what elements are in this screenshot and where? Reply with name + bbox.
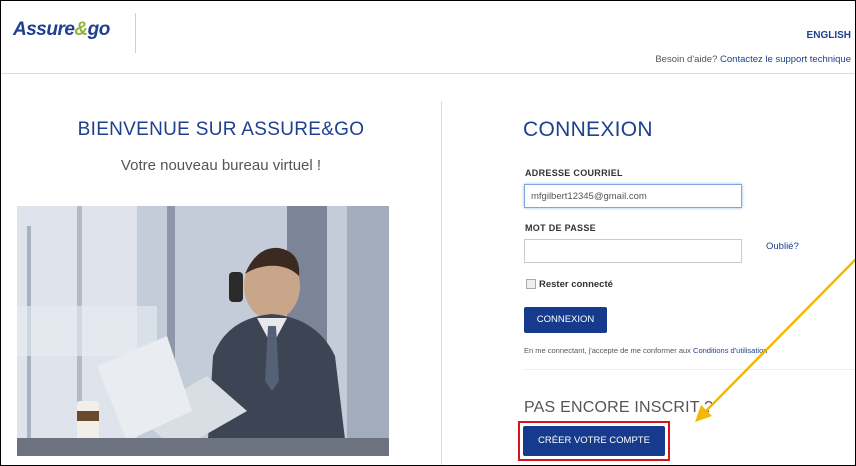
language-link[interactable]: ENGLISH <box>807 30 851 41</box>
login-title: CONNEXION <box>523 118 653 141</box>
page: Assure&go ENGLISH Besoin d'aide? Contact… <box>0 0 856 466</box>
welcome-title: BIENVENUE SUR ASSURE&GO <box>77 119 365 140</box>
remember-me-label[interactable]: Rester connecté <box>539 279 613 290</box>
terms-line: En me connectant, j'accepte de me confor… <box>524 346 767 355</box>
remember-me-checkbox[interactable] <box>526 279 536 289</box>
email-label: ADRESSE COURRIEL <box>525 168 623 178</box>
logo-divider <box>135 13 136 53</box>
businessman-photo-illustration <box>17 206 389 456</box>
header: Assure&go ENGLISH Besoin d'aide? Contact… <box>1 1 855 74</box>
logo-text-suffix: go <box>87 19 111 40</box>
assurego-logo[interactable]: Assure&go <box>13 19 110 41</box>
terms-link[interactable]: Conditions d'utilisation <box>693 346 767 355</box>
register-title: PAS ENCORE INSCRIT ? <box>524 399 714 416</box>
logo-ampersand-icon: & <box>74 19 88 40</box>
login-button[interactable]: CONNEXION <box>524 307 607 333</box>
help-line: Besoin d'aide? Contactez le support tech… <box>655 54 851 65</box>
password-field[interactable] <box>524 239 742 263</box>
section-divider <box>523 369 855 370</box>
logo-text-prefix: Assure <box>13 19 75 40</box>
forgot-password-link[interactable]: Oublié? <box>766 241 799 252</box>
help-text: Besoin d'aide? <box>655 54 718 65</box>
hero-photo <box>17 206 389 456</box>
column-divider <box>441 101 442 465</box>
support-link[interactable]: Contactez le support technique <box>720 54 851 65</box>
email-field[interactable]: mfgilbert12345@gmail.com <box>524 184 742 208</box>
terms-text: En me connectant, j'accepte de me confor… <box>524 346 691 355</box>
welcome-subtitle: Votre nouveau bureau virtuel ! <box>120 157 322 174</box>
password-label: MOT DE PASSE <box>525 223 596 233</box>
create-account-button[interactable]: CRÉER VOTRE COMPTE <box>523 426 665 456</box>
